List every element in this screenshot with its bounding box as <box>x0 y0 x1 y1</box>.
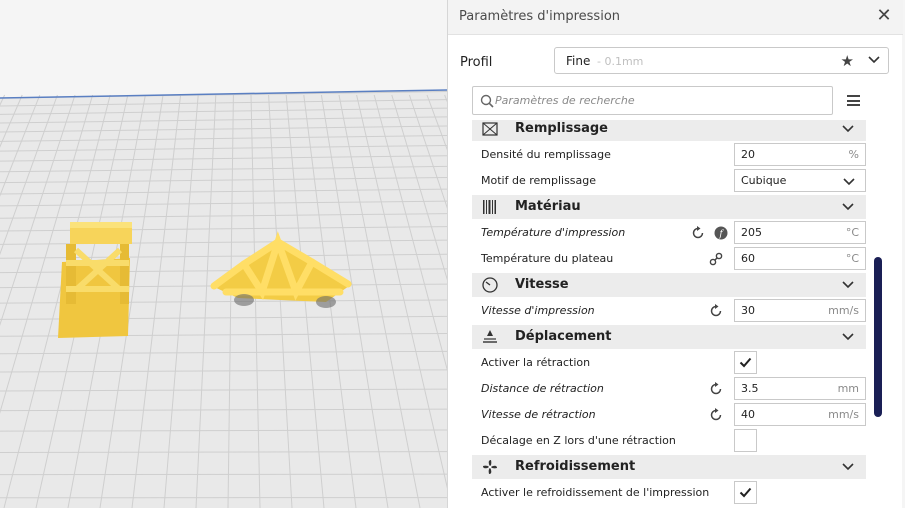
setting-infill-density: Densité du remplissage 20 % <box>472 142 866 168</box>
cooling-enable-checkbox[interactable] <box>734 481 757 504</box>
field-value: 40 <box>741 408 755 421</box>
chevron-down-icon <box>842 333 854 341</box>
setting-label: Motif de remplissage <box>481 174 597 187</box>
profile-select[interactable]: Fine - 0.1mm ★ <box>554 47 889 74</box>
close-icon[interactable]: ✕ <box>875 7 893 25</box>
profile-name: Fine <box>566 54 591 68</box>
profile-layer-height: - 0.1mm <box>597 55 644 68</box>
speedometer-icon <box>482 277 498 293</box>
reset-icon[interactable] <box>709 382 723 396</box>
chevron-down-icon <box>842 125 854 133</box>
fan-icon <box>483 460 497 474</box>
chevron-down-icon <box>843 178 855 186</box>
field-value: 60 <box>741 252 755 265</box>
setting-retraction-speed: Vitesse de rétraction 40 mm/s <box>472 402 866 428</box>
row-icons <box>705 407 723 423</box>
travel-icon <box>483 330 497 343</box>
field-unit: mm <box>837 382 859 395</box>
print-speed-input[interactable]: 30 mm/s <box>734 299 866 322</box>
infill-pattern-select[interactable]: Cubique <box>734 169 866 192</box>
search-box[interactable] <box>472 86 833 115</box>
panel-title: Paramètres d'impression <box>459 9 621 24</box>
panel-header: Paramètres d'impression ✕ <box>448 0 903 35</box>
category-cooling[interactable]: Refroidissement <box>472 455 866 479</box>
field-value: Cubique <box>741 174 787 187</box>
setting-label: Décalage en Z lors d'une rétraction <box>481 434 676 447</box>
settings-menu-icon[interactable] <box>847 95 860 106</box>
category-label: Refroidissement <box>515 459 636 474</box>
checkmark-icon <box>739 487 752 498</box>
settings-list[interactable]: Remplissage Densité du remplissage 20 % … <box>472 120 867 508</box>
row-icons: f <box>687 225 728 241</box>
field-value: 30 <box>741 304 755 317</box>
profile-label: Profil <box>460 55 493 70</box>
field-unit: °C <box>845 252 859 265</box>
category-speed[interactable]: Vitesse <box>472 273 866 297</box>
retraction-distance-input[interactable]: 3.5 mm <box>734 377 866 400</box>
z-hop-checkbox[interactable] <box>734 429 757 452</box>
field-value: 3.5 <box>741 382 759 395</box>
chevron-down-icon <box>842 463 854 471</box>
category-travel[interactable]: Déplacement <box>472 325 866 349</box>
reset-icon[interactable] <box>709 304 723 318</box>
favorite-star-icon[interactable]: ★ <box>841 52 854 70</box>
settings-scrollbar[interactable] <box>874 257 882 417</box>
row-icons <box>705 251 723 267</box>
reset-icon[interactable] <box>691 226 705 240</box>
setting-label: Activer la rétraction <box>481 356 591 369</box>
category-infill[interactable]: Remplissage <box>472 120 866 141</box>
setting-label: Température du plateau <box>481 252 614 265</box>
field-unit: % <box>848 148 859 161</box>
row-icons <box>705 303 723 319</box>
row-icons <box>705 381 723 397</box>
retraction-enable-checkbox[interactable] <box>734 351 757 374</box>
reset-icon[interactable] <box>709 408 723 422</box>
build-plate[interactable] <box>0 0 447 508</box>
setting-retraction-enable: Activer la rétraction <box>472 350 866 376</box>
setting-print-speed: Vitesse d'impression 30 mm/s <box>472 298 866 324</box>
setting-label: Température d'impression <box>481 226 626 239</box>
setting-infill-pattern: Motif de remplissage Cubique <box>472 168 866 194</box>
category-material[interactable]: Matériau <box>472 195 866 219</box>
bed-temperature-input[interactable]: 60 °C <box>734 247 866 270</box>
function-icon[interactable]: f <box>714 226 728 240</box>
chevron-down-icon <box>868 56 880 64</box>
setting-label: Vitesse d'impression <box>481 304 595 317</box>
setting-bed-temperature: Température du plateau 60 °C <box>472 246 866 272</box>
category-label: Déplacement <box>515 329 612 344</box>
field-unit: mm/s <box>828 304 859 317</box>
chevron-down-icon <box>842 203 854 211</box>
print-settings-panel: Paramètres d'impression ✕ Profil Fine - … <box>447 0 903 508</box>
chevron-down-icon <box>842 281 854 289</box>
setting-label: Activer le refroidissement de l'impressi… <box>481 486 710 499</box>
material-icon <box>483 200 496 214</box>
infill-icon <box>482 122 498 136</box>
setting-retraction-distance: Distance de rétraction 3.5 mm <box>472 376 866 402</box>
print-temperature-input[interactable]: 205 °C <box>734 221 866 244</box>
checkmark-icon <box>739 357 752 368</box>
setting-cooling-enable: Activer le refroidissement de l'impressi… <box>472 480 866 506</box>
category-label: Vitesse <box>515 277 569 292</box>
category-label: Remplissage <box>515 121 608 136</box>
field-unit: °C <box>845 226 859 239</box>
setting-print-temperature: Température d'impression f 205 °C <box>472 220 866 246</box>
retraction-speed-input[interactable]: 40 mm/s <box>734 403 866 426</box>
setting-label: Densité du remplissage <box>481 148 611 161</box>
setting-label: Vitesse de rétraction <box>481 408 596 421</box>
setting-z-hop: Décalage en Z lors d'une rétraction <box>472 428 866 454</box>
search-input[interactable] <box>495 92 825 109</box>
field-value: 205 <box>741 226 762 239</box>
search-icon <box>480 94 494 108</box>
field-unit: mm/s <box>828 408 859 421</box>
category-label: Matériau <box>515 199 581 214</box>
link-icon[interactable] <box>709 252 723 266</box>
field-value: 20 <box>741 148 755 161</box>
setting-label: Distance de rétraction <box>481 382 604 395</box>
infill-density-input[interactable]: 20 % <box>734 143 866 166</box>
